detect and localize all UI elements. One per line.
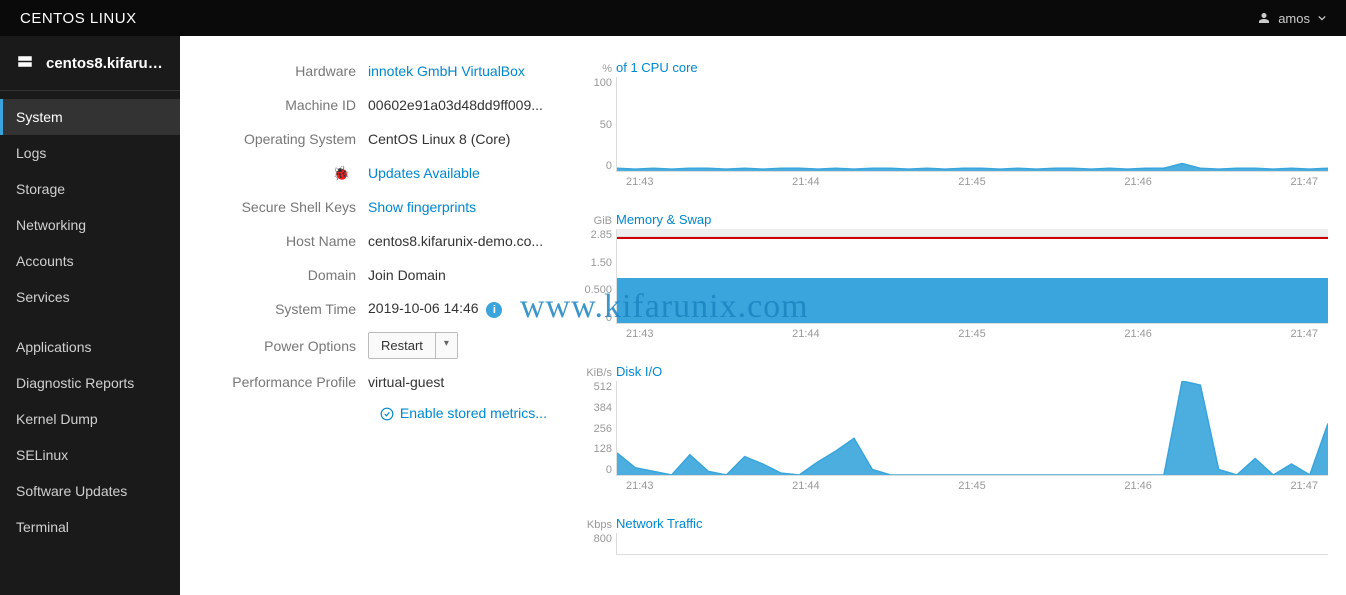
disk-chart-title[interactable]: Disk I/O xyxy=(616,364,662,379)
topbar: CENTOS LINUX amos xyxy=(0,0,1346,36)
checkmark-icon xyxy=(380,407,394,421)
sidebar-item-networking[interactable]: Networking xyxy=(0,207,180,243)
domain-value[interactable]: Join Domain xyxy=(368,267,446,283)
profile-label: Performance Profile xyxy=(198,374,368,390)
ssh-label: Secure Shell Keys xyxy=(198,199,368,215)
sidebar-item-diagnostic-reports[interactable]: Diagnostic Reports xyxy=(0,365,180,401)
sidebar: centos8.kifaruni... SystemLogsStorageNet… xyxy=(0,36,180,595)
domain-label-txt: Domain xyxy=(198,267,368,283)
machineid-value: 00602e91a03d48dd9ff009... xyxy=(368,97,543,113)
charts: %of 1 CPU core 100500 21:4321:4421:4521:… xyxy=(580,60,1328,579)
restart-button[interactable]: Restart▾ xyxy=(368,332,458,359)
disk-chart: KiB/sDisk I/O 5123842561280 21:4321:4421… xyxy=(584,364,1328,492)
os-label: Operating System xyxy=(198,131,368,147)
hostname-value[interactable]: centos8.kifarunix-demo.co... xyxy=(368,233,543,249)
info-icon: i xyxy=(486,302,502,318)
ssh-link[interactable]: Show fingerprints xyxy=(368,199,476,215)
network-chart-title[interactable]: Network Traffic xyxy=(616,516,702,531)
sidebar-item-selinux[interactable]: SELinux xyxy=(0,437,180,473)
cpu-chart-title[interactable]: of 1 CPU core xyxy=(616,60,698,75)
memory-chart-title[interactable]: Memory & Swap xyxy=(616,212,711,227)
host-block[interactable]: centos8.kifaruni... xyxy=(0,36,180,91)
system-details: Hardwareinnotek GmbH VirtualBox Machine … xyxy=(198,60,568,579)
hardware-label: Hardware xyxy=(198,63,368,79)
memory-chart: GiBMemory & Swap 2.851.500.5000 21:4321:… xyxy=(584,212,1328,340)
user-name: amos xyxy=(1278,11,1310,26)
sidebar-item-software-updates[interactable]: Software Updates xyxy=(0,473,180,509)
main: www.kifarunix.com Hardwareinnotek GmbH V… xyxy=(180,36,1346,595)
chevron-down-icon[interactable]: ▾ xyxy=(435,333,457,358)
enable-metrics-link[interactable]: Enable stored metrics... xyxy=(380,405,568,421)
time-label: System Time xyxy=(198,301,368,317)
hardware-value[interactable]: innotek GmbH VirtualBox xyxy=(368,63,525,79)
chevron-down-icon xyxy=(1318,14,1326,22)
time-value[interactable]: 2019-10-06 14:46 i xyxy=(368,300,502,318)
bug-icon: 🐞 xyxy=(333,165,350,182)
sidebar-item-logs[interactable]: Logs xyxy=(0,135,180,171)
sidebar-item-storage[interactable]: Storage xyxy=(0,171,180,207)
network-chart: KbpsNetwork Traffic 800 xyxy=(584,516,1328,555)
sidebar-item-applications[interactable]: Applications xyxy=(0,329,180,365)
brand: CENTOS LINUX xyxy=(20,10,137,27)
sidebar-item-services[interactable]: Services xyxy=(0,279,180,315)
updates-link[interactable]: Updates Available xyxy=(368,165,480,181)
server-icon xyxy=(16,54,34,72)
user-icon xyxy=(1258,12,1270,24)
hostname-label: Host Name xyxy=(198,233,368,249)
sidebar-item-terminal[interactable]: Terminal xyxy=(0,509,180,545)
machineid-label: Machine ID xyxy=(198,97,368,113)
power-label: Power Options xyxy=(198,338,368,354)
user-menu[interactable]: amos xyxy=(1258,11,1326,26)
sidebar-item-accounts[interactable]: Accounts xyxy=(0,243,180,279)
sidebar-item-kernel-dump[interactable]: Kernel Dump xyxy=(0,401,180,437)
host-name: centos8.kifaruni... xyxy=(46,55,164,72)
sidebar-item-system[interactable]: System xyxy=(0,99,180,135)
os-value: CentOS Linux 8 (Core) xyxy=(368,131,510,147)
profile-value[interactable]: virtual-guest xyxy=(368,374,444,390)
cpu-chart: %of 1 CPU core 100500 21:4321:4421:4521:… xyxy=(584,60,1328,188)
